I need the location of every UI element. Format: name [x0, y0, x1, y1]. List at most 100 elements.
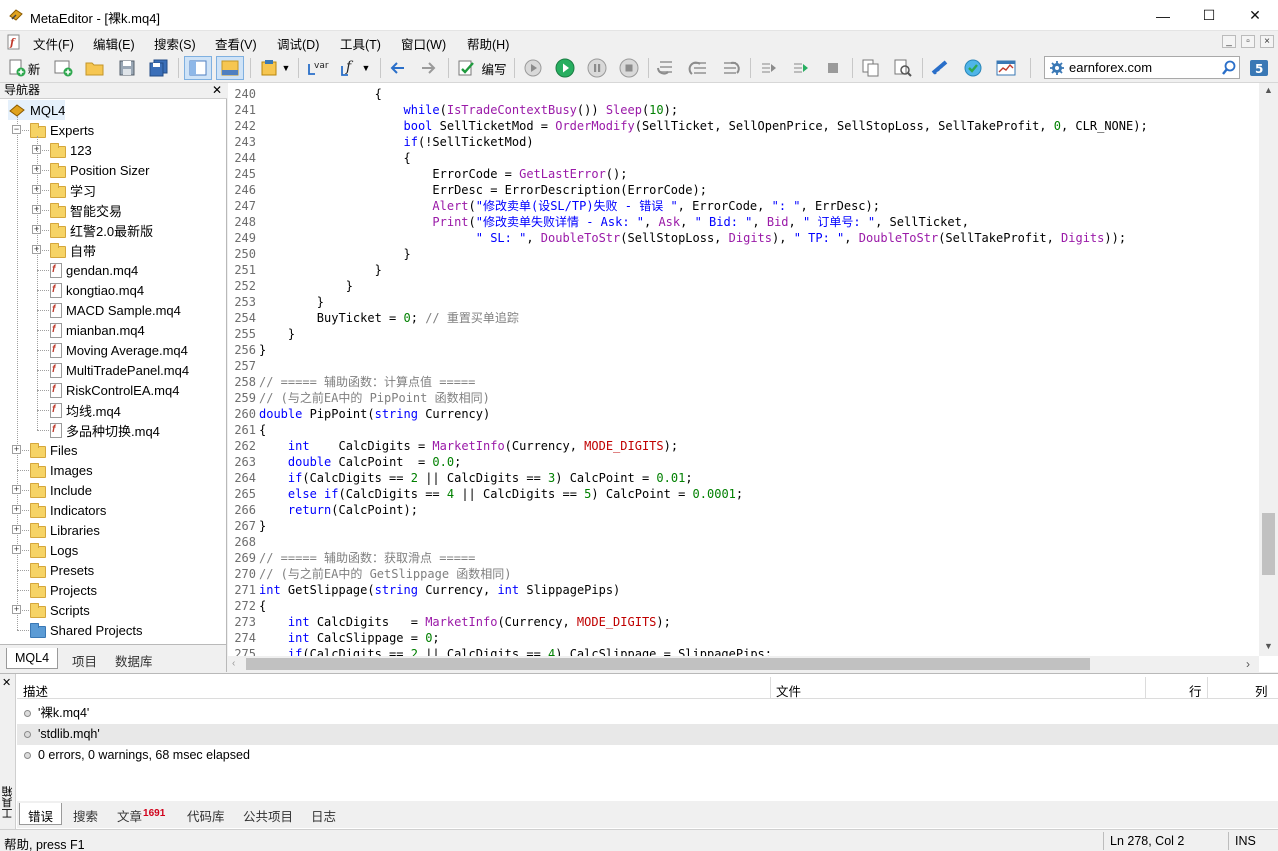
tree-folder-item[interactable]: Indicators [30, 500, 106, 520]
code-line[interactable]: double CalcPoint = 0.0; [259, 454, 461, 470]
close-icon[interactable]: ✕ [2, 676, 11, 689]
tree-folder-item[interactable]: Experts [30, 120, 94, 140]
minimize-button[interactable]: — [1140, 0, 1186, 31]
code-line[interactable]: { [259, 86, 382, 102]
code-line[interactable]: } [259, 294, 324, 310]
code-line[interactable]: // (与之前EA中的 GetSlippage 函数相同) [259, 566, 512, 582]
code-line[interactable]: Print("修改卖单失败详情 - Ask: ", Ask, " Bid: ",… [259, 214, 969, 230]
mdi-close-icon[interactable]: × [1260, 35, 1274, 48]
tree-folder-item[interactable]: Scripts [30, 600, 90, 620]
tree-folder-item[interactable]: 学习 [50, 180, 96, 200]
code-line[interactable]: } [259, 278, 353, 294]
message-row[interactable]: 'stdlib.mqh' [17, 724, 1278, 745]
mdi-restore-icon[interactable]: ▫ [1241, 35, 1255, 48]
expand-icon[interactable]: + [12, 505, 21, 514]
tree-file-item[interactable]: RiskControlEA.mq4 [50, 380, 179, 400]
insert-function-dropdown[interactable]: f ▼ [336, 56, 374, 80]
menu-debug[interactable]: 调试(D) [277, 34, 319, 53]
gear-icon[interactable] [1049, 60, 1065, 76]
code-line[interactable]: bool SellTicketMod = OrderModify(SellTic… [259, 118, 1148, 134]
tab-search[interactable]: 搜索 [65, 803, 106, 825]
column-file[interactable]: 文件 [776, 681, 801, 700]
search-input[interactable] [1069, 59, 1219, 76]
tab-articles[interactable]: 文章1691 [109, 803, 173, 825]
menu-file[interactable]: 文件(F) [33, 34, 74, 53]
search-icon[interactable] [1221, 60, 1237, 76]
code-line[interactable]: // (与之前EA中的 PipPoint 函数相同) [259, 390, 490, 406]
scroll-up-icon[interactable]: ▲ [1264, 85, 1273, 95]
preview-button[interactable] [890, 56, 916, 80]
code-line[interactable]: else if(CalcDigits == 4 || CalcDigits ==… [259, 486, 743, 502]
new-project-button[interactable] [50, 56, 76, 80]
column-column[interactable]: 列 [1255, 681, 1268, 700]
scroll-down-icon[interactable]: ▼ [1264, 641, 1273, 651]
tree-folder-item[interactable]: Include [30, 480, 92, 500]
tree-file-item[interactable]: gendan.mq4 [50, 260, 138, 280]
code-line[interactable]: Alert("修改卖单(设SL/TP)失败 - 错误 ", ErrorCode,… [259, 198, 880, 214]
tree-folder-item[interactable]: 自带 [50, 240, 96, 260]
tree-file-item[interactable]: Moving Average.mq4 [50, 340, 188, 360]
toolbox-toggle-button[interactable] [216, 56, 244, 80]
copy-button[interactable] [858, 56, 884, 80]
column-description[interactable]: 描述 [23, 681, 48, 700]
message-row[interactable]: 0 errors, 0 warnings, 68 msec elapsed [17, 745, 1278, 766]
code-line[interactable]: ErrDesc = ErrorDescription(ErrorCode); [259, 182, 707, 198]
tree-folder-item[interactable]: Shared Projects [30, 620, 143, 640]
code-line[interactable]: } [259, 262, 382, 278]
code-line[interactable]: int GetSlippage(string Currency, int Sli… [259, 582, 620, 598]
tree-file-item[interactable]: 均线.mq4 [50, 400, 121, 420]
code-line[interactable]: if(CalcDigits == 2 || CalcDigits == 3) C… [259, 470, 693, 486]
open-button[interactable] [82, 56, 108, 80]
toggle-breakpoint-button[interactable] [756, 56, 782, 80]
message-row[interactable]: '裸k.mq4' [17, 703, 1278, 724]
navigator-toggle-button[interactable] [184, 56, 212, 80]
code-line[interactable]: ErrorCode = GetLastError(); [259, 166, 627, 182]
code-line[interactable]: double PipPoint(string Currency) [259, 406, 490, 422]
code-line[interactable]: } [259, 342, 266, 358]
menu-window[interactable]: 窗口(W) [401, 34, 446, 53]
code-line[interactable]: " SL: ", DoubleToStr(SellStopLoss, Digit… [259, 230, 1126, 246]
code-line[interactable]: { [259, 150, 410, 166]
debug-history-button[interactable] [520, 56, 546, 80]
back-button[interactable] [386, 56, 410, 80]
scroll-right-icon[interactable]: › [1246, 657, 1250, 671]
new-button[interactable]: 新 [4, 56, 44, 80]
tree-folder-item[interactable]: Position Sizer [50, 160, 149, 180]
tree-folder-item[interactable]: Projects [30, 580, 97, 600]
styler-dropdown[interactable]: ▼ [256, 56, 294, 80]
step-into-button[interactable] [654, 56, 680, 80]
code-line[interactable]: // ===== 辅助函数：获取滑点 ===== [259, 550, 475, 566]
save-button[interactable] [114, 56, 140, 80]
code-line[interactable]: } [259, 246, 410, 262]
code-line[interactable]: if(!SellTicketMod) [259, 134, 534, 150]
code-line[interactable]: int CalcDigits = MarketInfo(Currency, MO… [259, 438, 678, 454]
column-line[interactable]: 行 [1189, 681, 1202, 700]
vertical-scrollbar[interactable]: ▲ ▼ [1259, 83, 1278, 656]
menu-search[interactable]: 搜索(S) [154, 34, 196, 53]
tree-file-item[interactable]: MultiTradePanel.mq4 [50, 360, 189, 380]
collapse-icon[interactable]: − [12, 125, 21, 134]
tree-file-item[interactable]: kongtiao.mq4 [50, 280, 144, 300]
terminal-button[interactable] [992, 56, 1020, 80]
code-line[interactable]: int CalcDigits = MarketInfo(Currency, MO… [259, 614, 671, 630]
menu-edit[interactable]: 编辑(E) [93, 34, 135, 53]
code-line[interactable]: int CalcSlippage = 0; [259, 630, 440, 646]
code-editor[interactable]: 240 241 242 243 244 245 246 247 248 249 250 251 252 2… [228, 83, 1278, 672]
tab-mql4[interactable]: MQL4 [6, 648, 59, 669]
horizontal-scroll-thumb[interactable] [246, 658, 1090, 670]
tab-errors[interactable]: 错误 [19, 803, 63, 825]
tree-file-item[interactable]: 多品种切换.mq4 [50, 420, 160, 440]
stop-button[interactable] [820, 56, 846, 80]
mql5-community-button[interactable]: 5 [1247, 56, 1271, 80]
tree-folder-item[interactable]: Libraries [30, 520, 100, 540]
code-line[interactable]: return(CalcPoint); [259, 502, 418, 518]
expand-icon[interactable]: + [12, 525, 21, 534]
tree-folder-item[interactable]: 红警2.0最新版 [50, 220, 153, 240]
tree-folder-item[interactable]: Presets [30, 560, 94, 580]
expand-icon[interactable]: + [12, 445, 21, 454]
pause-debug-button[interactable] [584, 56, 610, 80]
insert-variable-button[interactable]: var [304, 56, 332, 80]
tab-database[interactable]: 数据库 [107, 648, 161, 669]
tab-projects[interactable]: 项目 [64, 648, 105, 669]
step-over-button[interactable] [686, 56, 712, 80]
